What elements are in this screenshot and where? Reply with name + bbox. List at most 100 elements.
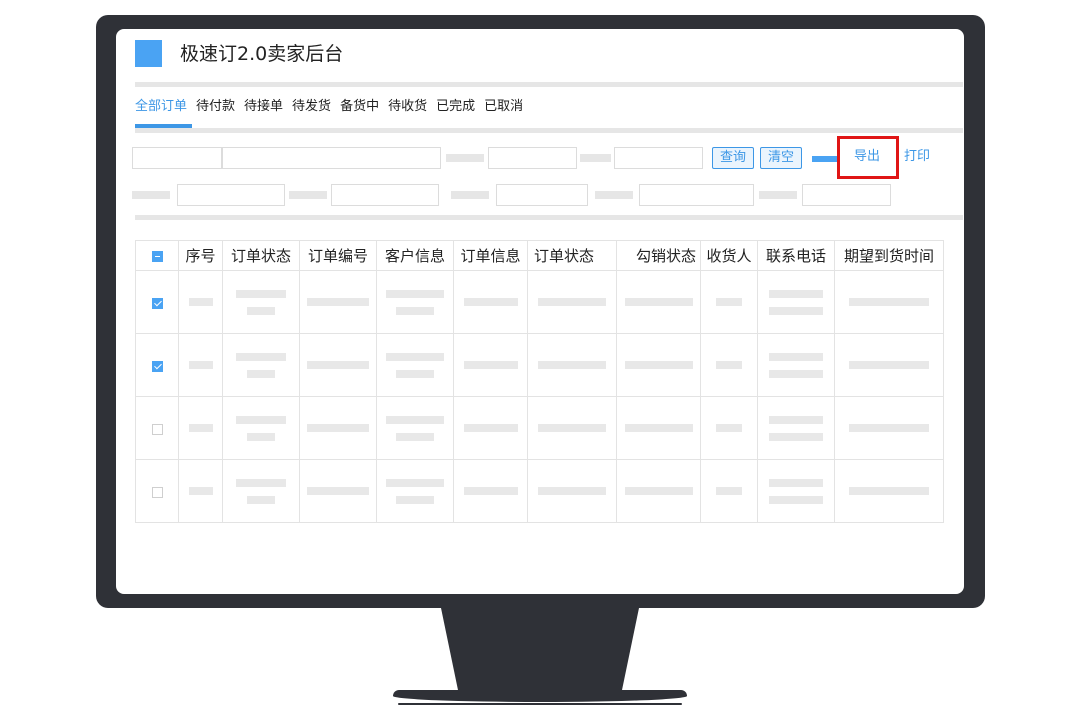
cell-placeholder (624, 487, 693, 495)
table-cell (757, 459, 835, 523)
filter-input[interactable] (488, 147, 577, 169)
cell-placeholder (236, 289, 286, 298)
cell-placeholder (769, 306, 823, 315)
filter-keyword-input[interactable] (222, 147, 441, 169)
table-row[interactable] (135, 270, 944, 334)
query-button[interactable]: 查询 (712, 147, 754, 169)
cell-placeholder (396, 432, 434, 441)
cell-placeholder (236, 415, 286, 424)
tab-all-orders[interactable]: 全部订单 (135, 98, 187, 116)
tab-pending-shipment[interactable]: 待发货 (292, 98, 331, 116)
select-all-checkbox[interactable] (151, 250, 163, 262)
row-checkbox[interactable] (151, 360, 163, 372)
row-select-cell (135, 333, 179, 397)
filter-input[interactable] (802, 184, 891, 206)
tab-completed[interactable]: 已完成 (436, 98, 475, 116)
cell-placeholder (247, 495, 275, 504)
table-cell (299, 396, 377, 460)
column-header[interactable]: 订单编号 (299, 240, 377, 271)
tab-pending-accept[interactable]: 待接单 (244, 98, 283, 116)
table-cell (222, 333, 300, 397)
table-cell (834, 396, 944, 460)
cell-placeholder (463, 487, 518, 495)
filter-label-placeholder (446, 154, 484, 162)
filter-label-placeholder (132, 191, 170, 199)
cell-placeholder (188, 487, 213, 495)
row-checkbox[interactable] (151, 297, 163, 309)
table-cell (757, 396, 835, 460)
table-cell (453, 459, 528, 523)
table-cell (700, 459, 758, 523)
filter-label-placeholder (580, 154, 611, 162)
column-header[interactable]: 客户信息 (376, 240, 454, 271)
table-row[interactable] (135, 459, 944, 523)
tab-pending-receipt[interactable]: 待收货 (388, 98, 427, 116)
cell-placeholder (396, 369, 434, 378)
cell-placeholder (538, 487, 606, 495)
clear-button[interactable]: 清空 (760, 147, 802, 169)
table-cell (453, 333, 528, 397)
table-cell (453, 396, 528, 460)
cell-placeholder (769, 432, 823, 441)
row-select-cell (135, 396, 179, 460)
table-row[interactable] (135, 396, 944, 460)
button-placeholder (812, 156, 838, 162)
column-header[interactable]: 序号 (178, 240, 223, 271)
table-cell (616, 333, 701, 397)
filter-input[interactable] (614, 147, 703, 169)
row-checkbox[interactable] (151, 423, 163, 435)
filter-input[interactable] (331, 184, 439, 206)
table-cell (299, 270, 377, 334)
row-checkbox[interactable] (151, 486, 163, 498)
tab-cancelled[interactable]: 已取消 (484, 98, 523, 116)
cell-placeholder (386, 478, 444, 487)
table-cell (527, 396, 617, 460)
table-cell (834, 333, 944, 397)
cell-placeholder (769, 369, 823, 378)
table-cell (527, 459, 617, 523)
cell-placeholder (538, 361, 606, 369)
cell-placeholder (307, 424, 369, 432)
table-cell (222, 459, 300, 523)
cell-placeholder (307, 361, 369, 369)
table-cell (376, 396, 454, 460)
column-header[interactable]: 订单状态 (222, 240, 300, 271)
column-header[interactable]: 期望到货时间 (834, 240, 944, 271)
tab-preparing[interactable]: 备货中 (340, 98, 379, 116)
column-header[interactable]: 订单信息 (453, 240, 528, 271)
export-highlight-box (837, 136, 899, 179)
app-title: 极速订2.0卖家后台 (180, 43, 344, 65)
table-cell (757, 333, 835, 397)
filter-input[interactable] (177, 184, 285, 206)
column-header[interactable]: 联系电话 (757, 240, 835, 271)
print-button[interactable]: 打印 (904, 148, 930, 166)
table-cell (299, 333, 377, 397)
tab-pending-payment[interactable]: 待付款 (196, 98, 235, 116)
order-status-tabs: 全部订单 待付款 待接单 待发货 备货中 待收货 已完成 已取消 (135, 98, 523, 116)
cell-placeholder (849, 298, 929, 306)
cell-placeholder (769, 289, 823, 298)
filter-input[interactable] (496, 184, 588, 206)
table-cell (527, 333, 617, 397)
table-cell (700, 333, 758, 397)
table-cell (527, 270, 617, 334)
cell-placeholder (236, 478, 286, 487)
filter-select[interactable] (132, 147, 222, 169)
cell-placeholder (849, 361, 929, 369)
table-cell (453, 270, 528, 334)
table-row[interactable] (135, 333, 944, 397)
select-all-cell (135, 240, 179, 271)
cell-placeholder (386, 352, 444, 361)
table-cell (700, 396, 758, 460)
header-divider (135, 82, 963, 87)
cell-placeholder (396, 306, 434, 315)
column-header[interactable]: 订单状态 (527, 240, 617, 271)
column-header[interactable]: 收货人 (700, 240, 758, 271)
table-header-row: 序号 订单状态 订单编号 客户信息 订单信息 订单状态 勾销状态 收货人 联系电… (135, 240, 944, 271)
cell-placeholder (188, 361, 213, 369)
table-cell (700, 270, 758, 334)
table-cell (178, 333, 223, 397)
table-cell (834, 270, 944, 334)
column-header[interactable]: 勾销状态 (616, 240, 701, 271)
filter-input[interactable] (639, 184, 754, 206)
